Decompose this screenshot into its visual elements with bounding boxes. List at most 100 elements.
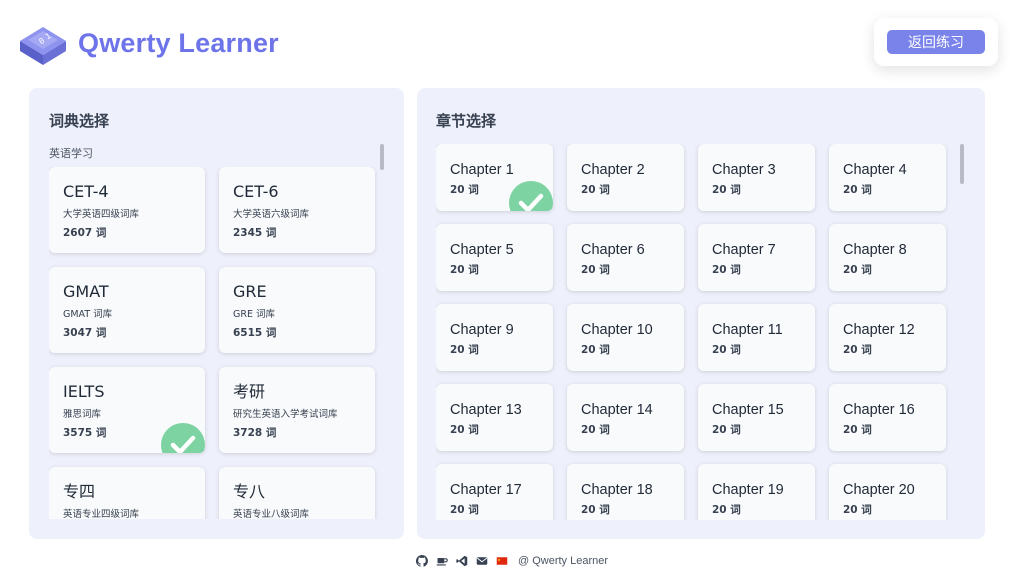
chapter-card[interactable]: Chapter 4 20 词: [829, 144, 946, 211]
selected-check-icon: [509, 181, 553, 211]
chapter-word-count: 20 词: [843, 264, 872, 276]
chapter-word-count: 20 词: [712, 424, 741, 436]
brand-title[interactable]: Qwerty Learner: [78, 28, 279, 59]
chapter-name: Chapter 3: [712, 162, 776, 178]
dictionary-word-count: 3728 词: [233, 427, 277, 439]
vscode-icon[interactable]: [456, 555, 468, 567]
footer: @ Qwerty Learner: [0, 552, 1024, 570]
chapter-name: Chapter 9: [450, 322, 514, 338]
dictionary-name: CET-4: [63, 182, 109, 201]
chapter-card[interactable]: Chapter 16 20 词: [829, 384, 946, 451]
dictionary-list: CET-4 大学英语四级词库 2607 词 CET-6 大学英语六级词库 2345 词 GM…: [49, 167, 385, 519]
chapter-name: Chapter 20: [843, 482, 915, 498]
chapter-word-count: 20 词: [843, 504, 872, 516]
dictionary-description: 大学英语四级词库: [63, 209, 140, 220]
dictionary-card[interactable]: 专四 英语专业四级词库: [49, 467, 205, 519]
chapter-card[interactable]: Chapter 9 20 词: [436, 304, 553, 371]
dictionary-name: IELTS: [63, 382, 105, 401]
chapter-word-count: 20 词: [712, 504, 741, 516]
chapter-name: Chapter 13: [450, 402, 522, 418]
chapter-card[interactable]: Chapter 5 20 词: [436, 224, 553, 291]
selected-check-icon: [161, 423, 205, 453]
chapter-card[interactable]: Chapter 2 20 词: [567, 144, 684, 211]
app-header: 0 1 Qwerty Learner: [16, 18, 279, 68]
chapter-panel: 章节选择 Chapter 1 20 词 Chapter 2 20 词 Chapter 3…: [417, 88, 985, 539]
chapter-card[interactable]: Chapter 3 20 词: [698, 144, 815, 211]
chapter-card[interactable]: Chapter 18 20 词: [567, 464, 684, 520]
chapter-word-count: 20 词: [581, 344, 610, 356]
chapter-name: Chapter 12: [843, 322, 915, 338]
chapter-word-count: 20 词: [581, 264, 610, 276]
chapter-name: Chapter 11: [712, 322, 783, 338]
dictionary-description: 雅思词库: [63, 409, 102, 420]
dictionary-description: 英语专业八级词库: [233, 509, 310, 519]
dictionary-group-label: 英语学习: [49, 147, 93, 160]
china-flag-icon[interactable]: [496, 555, 508, 567]
dictionary-card[interactable]: GRE GRE 词库 6515 词: [219, 267, 375, 353]
dictionary-word-count: 2607 词: [63, 227, 107, 239]
dictionary-card[interactable]: CET-4 大学英语四级词库 2607 词: [49, 167, 205, 253]
dictionary-card[interactable]: IELTS 雅思词库 3575 词: [49, 367, 205, 453]
chapter-name: Chapter 17: [450, 482, 522, 498]
chapter-name: Chapter 14: [581, 402, 653, 418]
dictionary-word-count: 2345 词: [233, 227, 277, 239]
chapter-scrollbar[interactable]: [960, 144, 964, 184]
chapter-name: Chapter 19: [712, 482, 784, 498]
chapter-card[interactable]: Chapter 15 20 词: [698, 384, 815, 451]
chapter-card[interactable]: Chapter 20 20 词: [829, 464, 946, 520]
chapter-word-count: 20 词: [450, 264, 479, 276]
dictionary-card[interactable]: 专八英语专业八级词库: [219, 467, 375, 519]
chapter-card[interactable]: Chapter 10 20 词: [567, 304, 684, 371]
dictionary-word-count: 3047 词: [63, 327, 107, 339]
dictionary-name: GMAT: [63, 282, 109, 301]
chapter-word-count: 20 词: [843, 344, 872, 356]
dictionary-name: 考研: [233, 382, 266, 401]
dictionary-name: 专四: [63, 482, 96, 501]
chapter-card[interactable]: Chapter 19 20 词: [698, 464, 815, 520]
chapter-card[interactable]: Chapter 12 20 词: [829, 304, 946, 371]
chapter-card[interactable]: Chapter 7 20 词: [698, 224, 815, 291]
chapter-word-count: 20 词: [450, 344, 479, 356]
dictionary-name: 专八: [233, 482, 266, 501]
dictionary-name: CET-6: [233, 182, 279, 201]
chapter-word-count: 20 词: [843, 424, 872, 436]
chapter-name: Chapter 1: [450, 162, 514, 178]
dictionary-description: 研究生英语入学考试词库: [233, 409, 338, 420]
chapter-name: Chapter 15: [712, 402, 784, 418]
chapter-card[interactable]: Chapter 17 20 词: [436, 464, 553, 520]
chapter-word-count: 20 词: [450, 424, 479, 436]
chapter-name: Chapter 7: [712, 242, 776, 258]
chapter-card[interactable]: Chapter 6 20 词: [567, 224, 684, 291]
chapter-name: Chapter 4: [843, 162, 907, 178]
chapter-name: Chapter 18: [581, 482, 653, 498]
chapter-name: Chapter 10: [581, 322, 653, 338]
dictionary-card[interactable]: 考研研究生英语入学考试词库 3728 词: [219, 367, 375, 453]
chapter-word-count: 20 词: [712, 344, 741, 356]
github-icon[interactable]: [415, 555, 428, 567]
keyboard-key-icon: 0 1: [20, 27, 66, 65]
chapter-card[interactable]: Chapter 11 20 词: [698, 304, 815, 371]
chapter-card[interactable]: Chapter 13 20 词: [436, 384, 553, 451]
dictionary-panel: 词典选择 英语学习 CET-4 大学英语四级词库 2607 词 CET-6 大学英语六级…: [29, 88, 404, 539]
chapter-word-count: 20 词: [581, 424, 610, 436]
dictionary-card[interactable]: CET-6 大学英语六级词库 2345 词: [219, 167, 375, 253]
back-to-practice-button[interactable]: 返回练习: [887, 30, 985, 54]
chapter-name: Chapter 2: [581, 162, 645, 178]
chapter-panel-title: 章节选择: [436, 112, 497, 130]
chapter-card[interactable]: Chapter 8 20 词: [829, 224, 946, 291]
dictionary-name: GRE: [233, 282, 267, 301]
chapter-word-count: 20 词: [712, 264, 741, 276]
mail-icon[interactable]: [476, 555, 488, 567]
chapter-name: Chapter 16: [843, 402, 915, 418]
chapter-card[interactable]: Chapter 1 20 词: [436, 144, 553, 211]
back-button-container: 返回练习: [874, 18, 998, 66]
coffee-icon[interactable]: [436, 555, 448, 567]
footer-credit[interactable]: @ Qwerty Learner: [518, 555, 608, 567]
dictionary-card[interactable]: GMAT GMAT 词库 3047 词: [49, 267, 205, 353]
chapter-list: Chapter 1 20 词 Chapter 2 20 词 Chapter 3 20 词C…: [436, 144, 956, 520]
chapter-word-count: 20 词: [843, 184, 872, 196]
chapter-card[interactable]: Chapter 14 20 词: [567, 384, 684, 451]
chapter-word-count: 20 词: [450, 504, 479, 516]
chapter-name: Chapter 8: [843, 242, 907, 258]
chapter-name: Chapter 5: [450, 242, 514, 258]
